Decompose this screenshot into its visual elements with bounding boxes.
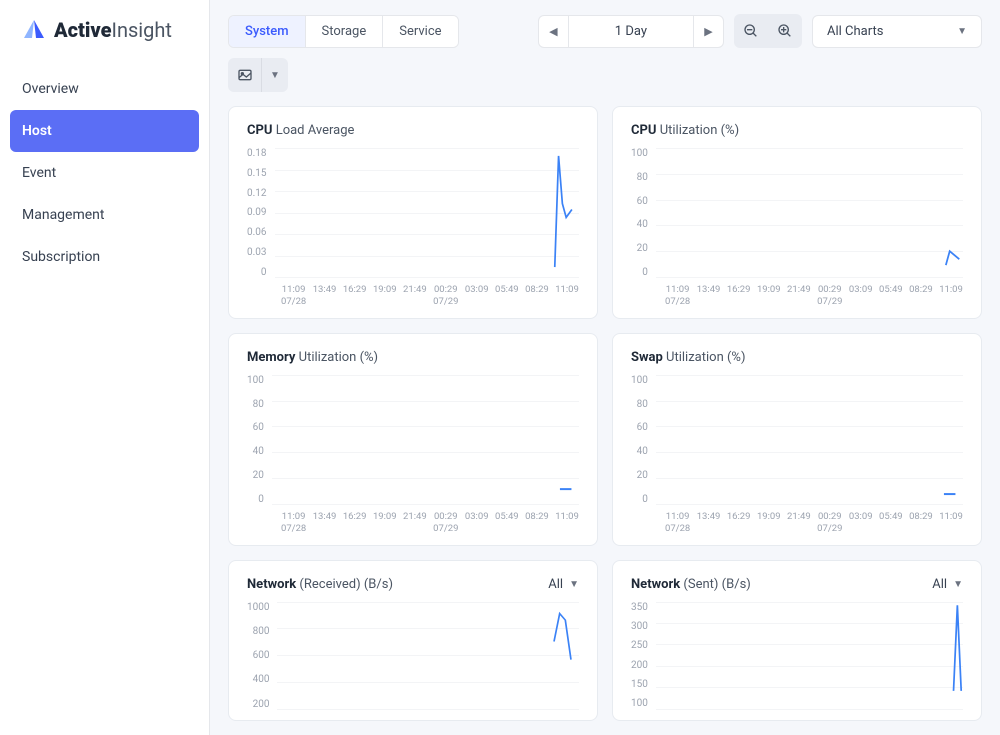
charts-grid: CPU Load Average 0.180.150.120.090.060.03… bbox=[228, 106, 982, 721]
chart-selector-label: All Charts bbox=[827, 24, 883, 39]
brand-logo: ActiveInsight bbox=[0, 18, 209, 68]
chart-plot: 0.180.150.120.090.060.030 bbox=[247, 148, 579, 278]
category-tabs: SystemStorageService bbox=[228, 15, 459, 48]
x-axis: 11:0907/2813:4916:2919:0921:4900:2907/29… bbox=[247, 511, 579, 535]
chart-title: CPU Load Average bbox=[247, 123, 354, 138]
chart-plot: 100806040200 bbox=[631, 148, 963, 278]
chart-card-1: CPU Utilization (%) 100806040200 11:0907/2… bbox=[612, 106, 982, 319]
chart-card-4: Network (Received) (B/s) All ▼ 10008006004… bbox=[228, 560, 598, 721]
time-range-picker: ◀ 1 Day ▶ bbox=[538, 15, 724, 48]
y-axis: 350300250200150100 bbox=[631, 602, 656, 710]
series-line bbox=[656, 602, 963, 709]
series-line bbox=[277, 602, 579, 709]
plot-area bbox=[272, 375, 579, 505]
export-menu-button[interactable]: ▼ bbox=[262, 58, 288, 92]
chart-title: Network (Sent) (B/s) bbox=[631, 577, 751, 592]
sidebar-item-overview[interactable]: Overview bbox=[0, 68, 209, 110]
chart-title: Swap Utilization (%) bbox=[631, 350, 745, 365]
chart-selector-dropdown[interactable]: All Charts ▼ bbox=[812, 15, 982, 48]
zoom-in-button[interactable] bbox=[768, 14, 802, 48]
plot-area bbox=[277, 602, 579, 710]
tab-storage[interactable]: Storage bbox=[306, 16, 384, 47]
time-range-label[interactable]: 1 Day bbox=[569, 16, 693, 47]
main-content: SystemStorageService ◀ 1 Day ▶ All Chart… bbox=[210, 0, 1000, 735]
y-axis: 0.180.150.120.090.060.030 bbox=[247, 148, 275, 278]
y-axis: 100806040200 bbox=[631, 375, 656, 505]
toolbar: SystemStorageService ◀ 1 Day ▶ All Chart… bbox=[228, 14, 982, 92]
time-range-prev[interactable]: ◀ bbox=[539, 16, 569, 47]
x-axis: 11:0907/2813:4916:2919:0921:4900:2907/29… bbox=[631, 511, 963, 535]
chevron-down-icon: ▼ bbox=[270, 70, 280, 81]
chart-card-2: Memory Utilization (%) 100806040200 11:090… bbox=[228, 333, 598, 546]
chart-card-5: Network (Sent) (B/s) All ▼ 350300250200150… bbox=[612, 560, 982, 721]
chart-title: Network (Received) (B/s) bbox=[247, 577, 393, 592]
series-line bbox=[656, 148, 963, 277]
brand-bold: Active bbox=[54, 18, 112, 42]
chart-title: CPU Utilization (%) bbox=[631, 123, 739, 138]
series-line bbox=[656, 375, 963, 504]
zoom-out-icon bbox=[743, 23, 759, 39]
chevron-down-icon: ▼ bbox=[957, 26, 967, 37]
plot-area bbox=[656, 602, 963, 710]
plot-area bbox=[656, 148, 963, 278]
sidebar-item-management[interactable]: Management bbox=[0, 194, 209, 236]
sidebar: ActiveInsight OverviewHostEventManagemen… bbox=[0, 0, 210, 735]
x-axis: 11:0907/2813:4916:2919:0921:4900:2907/29… bbox=[247, 284, 579, 308]
zoom-out-button[interactable] bbox=[734, 14, 768, 48]
logo-icon bbox=[22, 18, 46, 42]
chart-plot: 1000800600400200 bbox=[247, 602, 579, 710]
zoom-in-icon bbox=[777, 23, 793, 39]
chart-plot: 100806040200 bbox=[247, 375, 579, 505]
chart-plot: 350300250200150100 bbox=[631, 602, 963, 710]
export-button[interactable] bbox=[228, 58, 262, 92]
y-axis: 100806040200 bbox=[631, 148, 656, 278]
x-axis: 11:0907/2813:4916:2919:0921:4900:2907/29… bbox=[631, 284, 963, 308]
series-line bbox=[272, 375, 579, 504]
chart-card-0: CPU Load Average 0.180.150.120.090.060.03… bbox=[228, 106, 598, 319]
zoom-controls bbox=[734, 14, 802, 48]
sidebar-item-host[interactable]: Host bbox=[10, 110, 199, 152]
chart-title: Memory Utilization (%) bbox=[247, 350, 378, 365]
brand-light: Insight bbox=[112, 18, 172, 42]
export-icon bbox=[237, 67, 253, 83]
chart-plot: 100806040200 bbox=[631, 375, 963, 505]
sidebar-item-event[interactable]: Event bbox=[0, 152, 209, 194]
tab-system[interactable]: System bbox=[229, 16, 306, 47]
time-range-next[interactable]: ▶ bbox=[693, 16, 723, 47]
chart-card-3: Swap Utilization (%) 100806040200 11:0907/… bbox=[612, 333, 982, 546]
chart-filter-dropdown[interactable]: All ▼ bbox=[548, 577, 579, 592]
plot-area bbox=[656, 375, 963, 505]
sidebar-nav: OverviewHostEventManagementSubscription bbox=[0, 68, 209, 278]
plot-area bbox=[275, 148, 580, 278]
y-axis: 100806040200 bbox=[247, 375, 272, 505]
chart-filter-dropdown[interactable]: All ▼ bbox=[932, 577, 963, 592]
export-controls: ▼ bbox=[228, 58, 288, 92]
sidebar-item-subscription[interactable]: Subscription bbox=[0, 236, 209, 278]
series-line bbox=[275, 148, 580, 277]
y-axis: 1000800600400200 bbox=[247, 602, 277, 710]
tab-service[interactable]: Service bbox=[383, 16, 457, 47]
